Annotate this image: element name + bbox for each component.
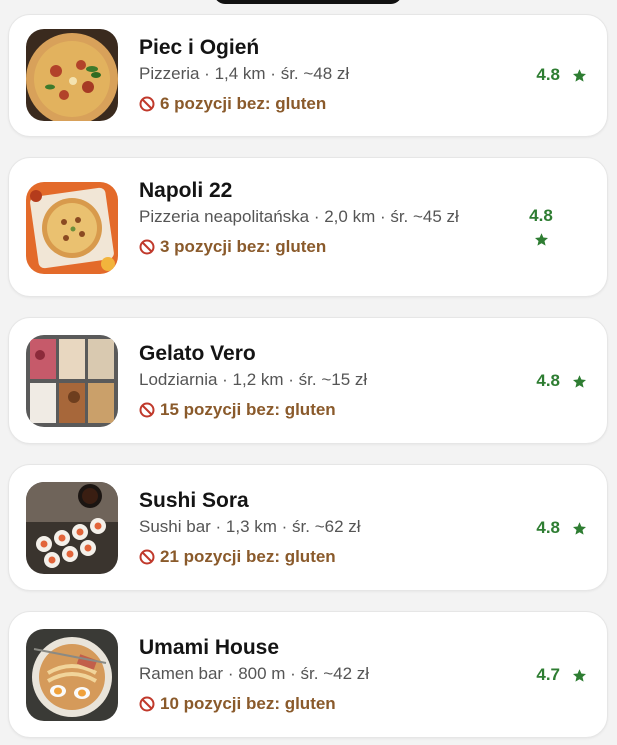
- rating-value: 4.8: [529, 206, 553, 225]
- restaurant-name: Umami House: [139, 636, 280, 659]
- device-notch: [214, 0, 402, 4]
- neapolitan-pizza-photo-icon: [26, 182, 118, 274]
- restaurant-name: Napoli 22: [139, 179, 233, 202]
- star-icon: [573, 668, 586, 682]
- restaurant-name: Sushi Sora: [139, 489, 249, 512]
- allergen-warning: 10 pozycji bez: gluten: [139, 692, 507, 716]
- allergen-warning-text: 10 pozycji bez: gluten: [160, 694, 336, 713]
- restaurant-card-gelato-vero[interactable]: Gelato Vero Lodziarnia · 1,2 km · śr. ~1…: [8, 317, 608, 444]
- allergen-warning-text: 6 pozycji bez: gluten: [160, 94, 327, 113]
- rating-value: 4.8: [536, 371, 560, 390]
- restaurant-meta: Pizzeria neapolitańska · 2,0 km · śr. ~4…: [139, 207, 459, 226]
- restaurant-rating: 4.8: [536, 371, 587, 391]
- restaurant-thumbnail: [26, 182, 118, 274]
- prohibited-icon: [139, 549, 155, 565]
- restaurant-card-piec-i-ogien[interactable]: Piec i Ogień Pizzeria · 1,4 km · śr. ~48…: [8, 14, 608, 137]
- restaurant-card-sushi-sora[interactable]: Sushi Sora Sushi bar · 1,3 km · śr. ~62 …: [8, 464, 608, 591]
- pizza-photo-icon: [26, 29, 118, 121]
- sushi-photo-icon: [26, 482, 118, 574]
- allergen-warning-text: 15 pozycji bez: gluten: [160, 400, 336, 419]
- prohibited-icon: [139, 96, 155, 112]
- restaurant-info: Sushi Sora Sushi bar · 1,3 km · śr. ~62 …: [139, 488, 507, 569]
- ramen-photo-icon: [26, 629, 118, 721]
- restaurant-meta: Ramen bar · 800 m · śr. ~42 zł: [139, 664, 370, 683]
- restaurant-meta: Pizzeria · 1,4 km · śr. ~48 zł: [139, 64, 350, 83]
- restaurant-name: Gelato Vero: [139, 342, 256, 365]
- restaurant-name: Piec i Ogień: [139, 36, 260, 59]
- restaurant-list-screen: Piec i Ogień Pizzeria · 1,4 km · śr. ~48…: [0, 0, 617, 745]
- restaurant-thumbnail: [26, 29, 118, 121]
- prohibited-icon: [139, 239, 155, 255]
- restaurant-thumbnail: [26, 335, 118, 427]
- rating-value: 4.8: [536, 518, 560, 537]
- restaurant-rating: 4.7: [536, 665, 587, 685]
- restaurant-info: Umami House Ramen bar · 800 m · śr. ~42 …: [139, 635, 507, 716]
- restaurant-rating: 4.8: [521, 206, 561, 247]
- star-icon: [573, 68, 586, 82]
- restaurant-rating: 4.8: [536, 65, 587, 85]
- restaurant-rating: 4.8: [536, 518, 587, 538]
- restaurant-thumbnail: [26, 629, 118, 721]
- restaurant-meta: Lodziarnia · 1,2 km · śr. ~15 zł: [139, 370, 368, 389]
- allergen-warning-text: 21 pozycji bez: gluten: [160, 547, 336, 566]
- restaurant-thumbnail: [26, 482, 118, 574]
- restaurant-meta: Sushi bar · 1,3 km · śr. ~62 zł: [139, 517, 361, 536]
- star-icon: [573, 374, 586, 388]
- restaurant-info: Gelato Vero Lodziarnia · 1,2 km · śr. ~1…: [139, 341, 507, 422]
- gelato-photo-icon: [26, 335, 118, 427]
- restaurant-list: Piec i Ogień Pizzeria · 1,4 km · śr. ~48…: [8, 14, 608, 745]
- allergen-warning: 6 pozycji bez: gluten: [139, 92, 507, 116]
- prohibited-icon: [139, 402, 155, 418]
- prohibited-icon: [139, 696, 155, 712]
- star-icon: [573, 521, 586, 535]
- allergen-warning: 15 pozycji bez: gluten: [139, 398, 507, 422]
- allergen-warning-text: 3 pozycji bez: gluten: [160, 237, 327, 256]
- allergen-warning: 21 pozycji bez: gluten: [139, 545, 507, 569]
- restaurant-card-napoli-22[interactable]: Napoli 22 Pizzeria neapolitańska · 2,0 k…: [8, 157, 608, 297]
- restaurant-info: Piec i Ogień Pizzeria · 1,4 km · śr. ~48…: [139, 35, 507, 116]
- restaurant-info: Napoli 22 Pizzeria neapolitańska · 2,0 k…: [139, 178, 507, 259]
- star-icon: [534, 233, 548, 246]
- rating-value: 4.7: [536, 665, 560, 684]
- rating-value: 4.8: [536, 65, 560, 84]
- restaurant-card-umami-house[interactable]: Umami House Ramen bar · 800 m · śr. ~42 …: [8, 611, 608, 738]
- allergen-warning: 3 pozycji bez: gluten: [139, 235, 507, 259]
